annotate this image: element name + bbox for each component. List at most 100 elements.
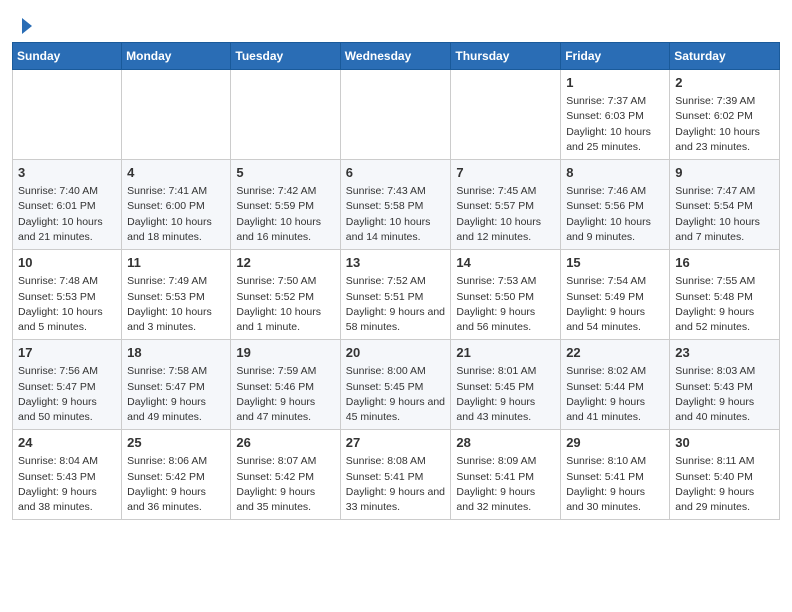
day-number: 23 — [675, 344, 774, 362]
dow-header-sunday: Sunday — [13, 43, 122, 70]
day-info: Sunrise: 8:07 AM Sunset: 5:42 PM Dayligh… — [236, 454, 334, 515]
day-info: Sunrise: 8:11 AM Sunset: 5:40 PM Dayligh… — [675, 454, 774, 515]
week-row-2: 3 Sunrise: 7:40 AM Sunset: 6:01 PM Daylig… — [13, 160, 780, 250]
dow-header-friday: Friday — [561, 43, 670, 70]
calendar-table: SundayMondayTuesdayWednesdayThursdayFrid… — [12, 42, 780, 520]
calendar-cell — [122, 70, 231, 160]
calendar-cell: 26Sunrise: 8:07 AM Sunset: 5:42 PM Dayli… — [231, 430, 340, 520]
calendar-cell: 9Sunrise: 7:47 AM Sunset: 5:54 PM Daylig… — [670, 160, 780, 250]
calendar-cell — [340, 70, 451, 160]
day-info: Sunrise: 8:01 AM Sunset: 5:45 PM Dayligh… — [456, 364, 555, 425]
day-info: Sunrise: 7:40 AM Sunset: 6:01 PM Dayligh… — [18, 184, 116, 245]
day-info: Sunrise: 7:50 AM Sunset: 5:52 PM Dayligh… — [236, 274, 334, 335]
day-number: 16 — [675, 254, 774, 272]
day-info: Sunrise: 7:37 AM Sunset: 6:03 PM Dayligh… — [566, 94, 664, 155]
day-number: 1 — [566, 74, 664, 92]
day-info: Sunrise: 8:00 AM Sunset: 5:45 PM Dayligh… — [346, 364, 446, 425]
day-number: 14 — [456, 254, 555, 272]
day-info: Sunrise: 7:45 AM Sunset: 5:57 PM Dayligh… — [456, 184, 555, 245]
dow-header-monday: Monday — [122, 43, 231, 70]
day-number: 28 — [456, 434, 555, 452]
day-number: 27 — [346, 434, 446, 452]
day-number: 13 — [346, 254, 446, 272]
calendar-cell: 10Sunrise: 7:48 AM Sunset: 5:53 PM Dayli… — [13, 250, 122, 340]
day-number: 21 — [456, 344, 555, 362]
calendar-cell: 8 Sunrise: 7:46 AM Sunset: 5:56 PM Daylig… — [561, 160, 670, 250]
calendar-cell: 15 Sunrise: 7:54 AM Sunset: 5:49 PM Dayli… — [561, 250, 670, 340]
day-info: Sunrise: 8:10 AM Sunset: 5:41 PM Dayligh… — [566, 454, 664, 515]
calendar-cell: 20 Sunrise: 8:00 AM Sunset: 5:45 PM Dayli… — [340, 340, 451, 430]
day-number: 22 — [566, 344, 664, 362]
calendar-cell: 17 Sunrise: 7:56 AM Sunset: 5:47 PM Dayli… — [13, 340, 122, 430]
day-number: 2 — [675, 74, 774, 92]
day-info: Sunrise: 8:03 AM Sunset: 5:43 PM Dayligh… — [675, 364, 774, 425]
day-number: 17 — [18, 344, 116, 362]
day-info: Sunrise: 7:42 AM Sunset: 5:59 PM Dayligh… — [236, 184, 334, 245]
day-number: 8 — [566, 164, 664, 182]
day-info: Sunrise: 8:04 AM Sunset: 5:43 PM Dayligh… — [18, 454, 116, 515]
dow-header-wednesday: Wednesday — [340, 43, 451, 70]
page-header — [0, 0, 792, 42]
calendar-cell: 5Sunrise: 7:42 AM Sunset: 5:59 PM Daylig… — [231, 160, 340, 250]
day-number: 6 — [346, 164, 446, 182]
calendar-cell: 6 Sunrise: 7:43 AM Sunset: 5:58 PM Daylig… — [340, 160, 451, 250]
calendar-cell: 19 Sunrise: 7:59 AM Sunset: 5:46 PM Dayli… — [231, 340, 340, 430]
calendar-cell: 29 Sunrise: 8:10 AM Sunset: 5:41 PM Dayli… — [561, 430, 670, 520]
day-info: Sunrise: 7:48 AM Sunset: 5:53 PM Dayligh… — [18, 274, 116, 335]
calendar-cell: 24 Sunrise: 8:04 AM Sunset: 5:43 PM Dayli… — [13, 430, 122, 520]
day-info: Sunrise: 8:06 AM Sunset: 5:42 PM Dayligh… — [127, 454, 225, 515]
day-info: Sunrise: 7:54 AM Sunset: 5:49 PM Dayligh… — [566, 274, 664, 335]
dow-header-saturday: Saturday — [670, 43, 780, 70]
day-info: Sunrise: 7:39 AM Sunset: 6:02 PM Dayligh… — [675, 94, 774, 155]
calendar-wrapper: SundayMondayTuesdayWednesdayThursdayFrid… — [0, 42, 792, 532]
day-number: 29 — [566, 434, 664, 452]
day-number: 30 — [675, 434, 774, 452]
day-info: Sunrise: 7:56 AM Sunset: 5:47 PM Dayligh… — [18, 364, 116, 425]
calendar-cell: 1 Sunrise: 7:37 AM Sunset: 6:03 PM Daylig… — [561, 70, 670, 160]
dow-header-thursday: Thursday — [451, 43, 561, 70]
week-row-5: 24 Sunrise: 8:04 AM Sunset: 5:43 PM Dayli… — [13, 430, 780, 520]
day-info: Sunrise: 7:43 AM Sunset: 5:58 PM Dayligh… — [346, 184, 446, 245]
logo — [20, 18, 32, 34]
day-number: 19 — [236, 344, 334, 362]
calendar-cell: 23 Sunrise: 8:03 AM Sunset: 5:43 PM Dayli… — [670, 340, 780, 430]
calendar-cell: 25Sunrise: 8:06 AM Sunset: 5:42 PM Dayli… — [122, 430, 231, 520]
calendar-body: 1 Sunrise: 7:37 AM Sunset: 6:03 PM Daylig… — [13, 70, 780, 520]
calendar-cell: 4 Sunrise: 7:41 AM Sunset: 6:00 PM Daylig… — [122, 160, 231, 250]
week-row-4: 17 Sunrise: 7:56 AM Sunset: 5:47 PM Dayli… — [13, 340, 780, 430]
week-row-1: 1 Sunrise: 7:37 AM Sunset: 6:03 PM Daylig… — [13, 70, 780, 160]
calendar-header: SundayMondayTuesdayWednesdayThursdayFrid… — [13, 43, 780, 70]
day-info: Sunrise: 7:58 AM Sunset: 5:47 PM Dayligh… — [127, 364, 225, 425]
calendar-cell — [451, 70, 561, 160]
day-info: Sunrise: 7:41 AM Sunset: 6:00 PM Dayligh… — [127, 184, 225, 245]
day-number: 7 — [456, 164, 555, 182]
week-row-3: 10Sunrise: 7:48 AM Sunset: 5:53 PM Dayli… — [13, 250, 780, 340]
calendar-cell — [231, 70, 340, 160]
day-number: 24 — [18, 434, 116, 452]
day-info: Sunrise: 7:46 AM Sunset: 5:56 PM Dayligh… — [566, 184, 664, 245]
calendar-cell: 21 Sunrise: 8:01 AM Sunset: 5:45 PM Dayli… — [451, 340, 561, 430]
day-number: 4 — [127, 164, 225, 182]
logo-arrow-icon — [22, 18, 32, 34]
calendar-cell: 11Sunrise: 7:49 AM Sunset: 5:53 PM Dayli… — [122, 250, 231, 340]
day-number: 20 — [346, 344, 446, 362]
calendar-cell: 2 Sunrise: 7:39 AM Sunset: 6:02 PM Daylig… — [670, 70, 780, 160]
day-info: Sunrise: 7:53 AM Sunset: 5:50 PM Dayligh… — [456, 274, 555, 335]
day-info: Sunrise: 7:49 AM Sunset: 5:53 PM Dayligh… — [127, 274, 225, 335]
calendar-cell: 13Sunrise: 7:52 AM Sunset: 5:51 PM Dayli… — [340, 250, 451, 340]
dow-header-tuesday: Tuesday — [231, 43, 340, 70]
days-of-week-row: SundayMondayTuesdayWednesdayThursdayFrid… — [13, 43, 780, 70]
calendar-cell: 30 Sunrise: 8:11 AM Sunset: 5:40 PM Dayli… — [670, 430, 780, 520]
day-info: Sunrise: 8:08 AM Sunset: 5:41 PM Dayligh… — [346, 454, 446, 515]
calendar-cell: 28 Sunrise: 8:09 AM Sunset: 5:41 PM Dayli… — [451, 430, 561, 520]
calendar-cell: 16Sunrise: 7:55 AM Sunset: 5:48 PM Dayli… — [670, 250, 780, 340]
day-number: 15 — [566, 254, 664, 272]
day-info: Sunrise: 8:09 AM Sunset: 5:41 PM Dayligh… — [456, 454, 555, 515]
calendar-cell: 7 Sunrise: 7:45 AM Sunset: 5:57 PM Daylig… — [451, 160, 561, 250]
day-info: Sunrise: 7:59 AM Sunset: 5:46 PM Dayligh… — [236, 364, 334, 425]
calendar-cell: 12Sunrise: 7:50 AM Sunset: 5:52 PM Dayli… — [231, 250, 340, 340]
calendar-cell — [13, 70, 122, 160]
calendar-cell: 27 Sunrise: 8:08 AM Sunset: 5:41 PM Dayli… — [340, 430, 451, 520]
calendar-cell: 3 Sunrise: 7:40 AM Sunset: 6:01 PM Daylig… — [13, 160, 122, 250]
day-number: 3 — [18, 164, 116, 182]
